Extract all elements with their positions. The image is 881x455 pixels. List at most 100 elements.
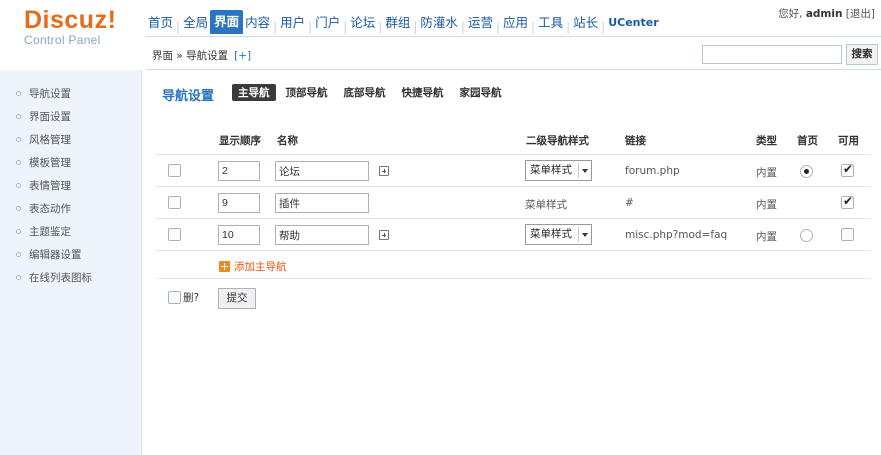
- delete-toggle[interactable]: 删?: [168, 290, 199, 305]
- nav-apps[interactable]: 应用: [501, 12, 530, 34]
- home-radio[interactable]: [800, 165, 813, 178]
- nav-content[interactable]: 内容: [243, 12, 272, 34]
- tab-quick-nav[interactable]: 快捷导航: [396, 84, 450, 101]
- sidebar-menu: 导航设置 界面设置 风格管理 模板管理 表情管理 表态动作 主题鉴定 编辑器设置…: [16, 82, 92, 289]
- header-available: 可用: [838, 135, 859, 147]
- delete-all-checkbox[interactable]: [168, 291, 181, 304]
- sidebar-item-ui-settings[interactable]: 界面设置: [16, 105, 92, 128]
- sidebar-item-smilies[interactable]: 表情管理: [16, 174, 92, 197]
- type-cell: 内置: [756, 167, 777, 179]
- sidebar-item-label: 表情管理: [29, 179, 71, 192]
- search-input[interactable]: [702, 45, 842, 64]
- bullet-icon: [16, 183, 21, 188]
- sidebar-item-templates[interactable]: 模板管理: [16, 151, 92, 174]
- row-delete-checkbox[interactable]: [168, 228, 181, 241]
- nav-webmaster[interactable]: 站长: [571, 12, 600, 34]
- nav-portal[interactable]: 门户: [313, 12, 342, 34]
- nav-users[interactable]: 用户: [278, 12, 307, 34]
- nav-antispam[interactable]: 防灌水: [418, 12, 460, 34]
- row-delete-checkbox[interactable]: [168, 196, 181, 209]
- nav-ucenter[interactable]: UCenter: [606, 12, 660, 34]
- add-main-nav-link[interactable]: 添加主导航: [219, 259, 287, 274]
- search-button[interactable]: 搜索: [846, 44, 878, 65]
- sidebar-item-thread-stamps[interactable]: 主题鉴定: [16, 220, 92, 243]
- order-input[interactable]: [218, 225, 260, 245]
- sidebar-item-editor[interactable]: 编辑器设置: [16, 243, 92, 266]
- add-shortcut-link[interactable]: [+]: [234, 50, 251, 62]
- nav-global[interactable]: 全局: [181, 12, 210, 34]
- dropdown-arrow-icon: [578, 163, 589, 178]
- sidebar-item-label: 模板管理: [29, 156, 71, 169]
- tab-main-nav[interactable]: 主导航: [232, 84, 276, 101]
- sidebar-item-label: 界面设置: [29, 110, 71, 123]
- available-checkbox[interactable]: [841, 162, 854, 177]
- row-divider: [156, 278, 871, 279]
- name-input[interactable]: [275, 225, 369, 245]
- add-icon: [219, 261, 230, 272]
- submit-button[interactable]: 提交: [218, 288, 256, 309]
- breadcrumb-text: 界面 » 导航设置: [152, 50, 229, 62]
- nav-interface[interactable]: 界面: [210, 10, 244, 34]
- dropdown-arrow-icon: [578, 227, 589, 242]
- subnav-style-select[interactable]: 菜单样式: [525, 160, 592, 181]
- order-input[interactable]: [218, 161, 260, 181]
- name-input[interactable]: [275, 193, 369, 213]
- bullet-icon: [16, 160, 21, 165]
- tab-top-nav[interactable]: 顶部导航: [280, 84, 334, 101]
- nav-operations[interactable]: 运营: [466, 12, 495, 34]
- logout-link[interactable]: [退出]: [846, 8, 875, 20]
- nav-separator: |: [176, 20, 181, 34]
- nav-separator: |: [378, 20, 383, 34]
- sidebar-item-online-icons[interactable]: 在线列表图标: [16, 266, 92, 289]
- bullet-icon: [16, 206, 21, 211]
- username: admin: [805, 8, 843, 20]
- header-link: 链接: [625, 135, 646, 147]
- row-delete-checkbox[interactable]: [168, 164, 181, 177]
- nav-forum[interactable]: 论坛: [348, 12, 377, 34]
- nav-separator: |: [273, 20, 278, 34]
- logo[interactable]: Discuz! Control Panel: [24, 6, 116, 47]
- sidebar-item-nav-settings[interactable]: 导航设置: [16, 82, 92, 105]
- available-checkbox[interactable]: [841, 194, 854, 209]
- left-column: Discuz! Control Panel 导航设置 界面设置 风格管理 模板管…: [0, 0, 142, 455]
- nav-tools[interactable]: 工具: [536, 12, 565, 34]
- main-content: 导航设置 主导航 顶部导航 底部导航 快捷导航 家园导航 显示顺序 名称 二级导…: [146, 70, 881, 455]
- user-bar: 您好, admin [退出]: [778, 6, 875, 21]
- add-subnav-icon[interactable]: [379, 166, 389, 176]
- bullet-icon: [16, 252, 21, 257]
- nav-separator: |: [495, 20, 501, 34]
- nav-groups[interactable]: 群组: [383, 12, 412, 34]
- sidebar-item-styles[interactable]: 风格管理: [16, 128, 92, 151]
- bullet-icon: [16, 114, 21, 119]
- sidebar-item-label: 编辑器设置: [29, 248, 82, 261]
- nav-home[interactable]: 首页: [146, 12, 175, 34]
- subnav-style-text: 菜单样式: [525, 199, 567, 211]
- type-cell: 内置: [756, 231, 777, 243]
- subnav-style-select[interactable]: 菜单样式: [525, 224, 592, 245]
- nav-separator: |: [531, 20, 536, 34]
- tab-footer-nav[interactable]: 底部导航: [338, 84, 392, 101]
- available-checkbox[interactable]: [841, 228, 854, 241]
- sidebar-item-label: 风格管理: [29, 133, 71, 146]
- sidebar-item-label: 表态动作: [29, 202, 71, 215]
- home-radio[interactable]: [800, 229, 813, 242]
- row-divider: [156, 250, 871, 251]
- nav-separator: |: [601, 20, 606, 34]
- name-input[interactable]: [275, 161, 369, 181]
- subnav-style-value: 菜单样式: [530, 228, 572, 240]
- sidebar-item-label: 导航设置: [29, 87, 71, 100]
- add-subnav-icon[interactable]: [379, 230, 389, 240]
- order-input[interactable]: [218, 193, 260, 213]
- nav-separator: |: [308, 20, 313, 34]
- sidebar-item-label: 在线列表图标: [29, 271, 92, 284]
- sub-bar: 界面 » 导航设置 [+] 搜索: [146, 36, 881, 70]
- add-main-nav-label: 添加主导航: [234, 261, 287, 273]
- bullet-icon: [16, 275, 21, 280]
- header-type: 类型: [756, 135, 777, 147]
- tab-home-nav[interactable]: 家园导航: [454, 84, 508, 101]
- header-name: 名称: [277, 135, 298, 147]
- row-divider: [156, 186, 871, 187]
- header-subnav-style: 二级导航样式: [526, 135, 589, 147]
- greeting-text: 您好,: [778, 8, 803, 20]
- sidebar-item-click-actions[interactable]: 表态动作: [16, 197, 92, 220]
